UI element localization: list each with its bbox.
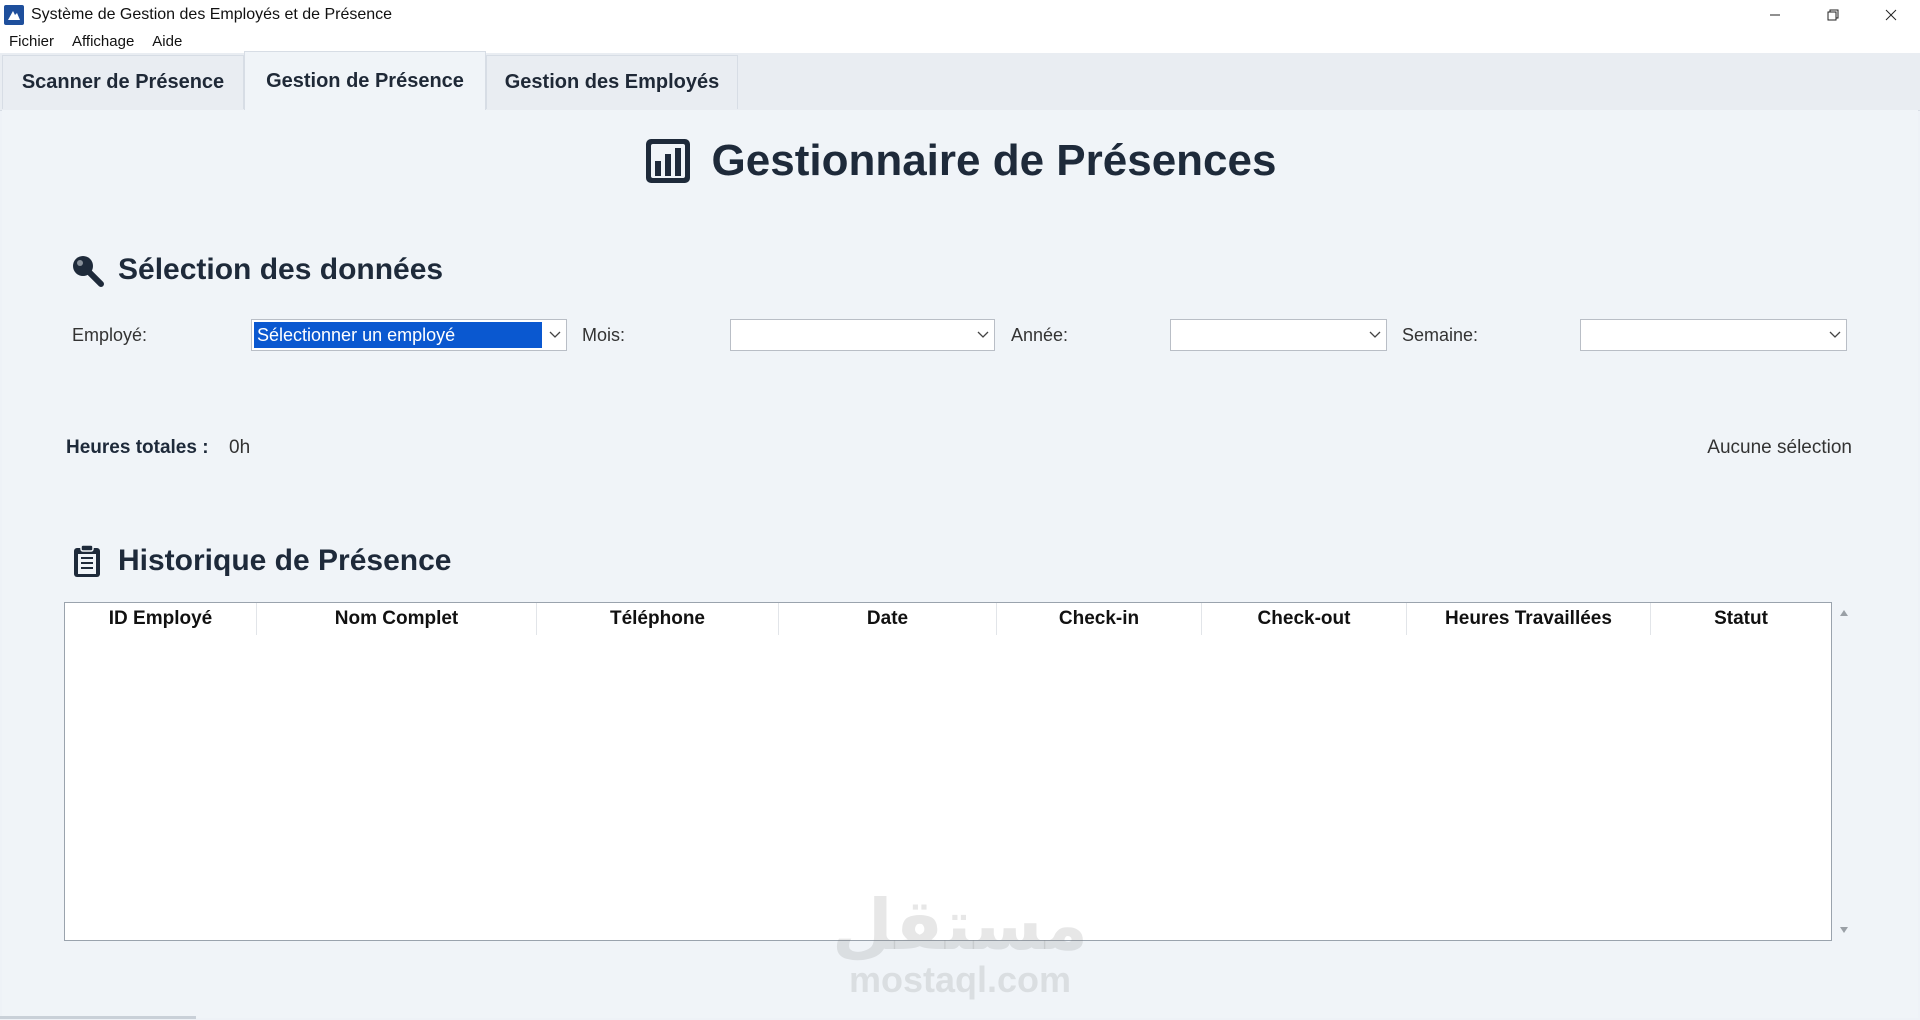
tab-gestion-presence[interactable]: Gestion de Présence	[244, 51, 486, 110]
tab-bar: Scanner de Présence Gestion de Présence …	[0, 51, 1920, 111]
column-header-date[interactable]: Date	[779, 603, 997, 635]
restore-icon	[1827, 9, 1839, 20]
watermark-latin: mostaql.com	[848, 959, 1072, 1000]
menu-aide[interactable]: Aide	[143, 33, 191, 50]
history-section-title: Historique de Présence	[70, 544, 451, 578]
week-dropdown-value	[1581, 320, 1824, 350]
bottom-edge-line	[0, 1016, 196, 1019]
menu-affichage[interactable]: Affichage	[63, 33, 143, 50]
table-scrollbar[interactable]	[1836, 600, 1852, 944]
column-header-name[interactable]: Nom Complet	[257, 603, 537, 635]
chevron-down-icon	[544, 331, 566, 339]
chevron-down-icon	[1824, 331, 1846, 339]
column-header-status[interactable]: Statut	[1651, 603, 1831, 635]
tab-scanner-presence[interactable]: Scanner de Présence	[2, 55, 244, 109]
scroll-up-arrow-icon[interactable]	[1839, 608, 1849, 618]
column-header-hours[interactable]: Heures Travaillées	[1407, 603, 1651, 635]
clipboard-icon	[74, 544, 100, 577]
year-dropdown[interactable]	[1170, 319, 1387, 351]
year-label: Année:	[1011, 325, 1069, 345]
watermark: مستقل mostaql.com	[800, 890, 1120, 1000]
month-dropdown-value	[731, 320, 972, 350]
column-header-check-in[interactable]: Check-in	[997, 603, 1202, 635]
month-label: Mois:	[582, 325, 626, 345]
chevron-down-icon	[972, 331, 994, 339]
total-hours-label: Heures totales :	[66, 437, 209, 458]
table-header: ID Employé Nom Complet Téléphone Date Ch…	[65, 603, 1831, 635]
column-header-phone[interactable]: Téléphone	[537, 603, 779, 635]
total-hours-value: 0h	[229, 437, 251, 458]
window-title: Système de Gestion des Employés et de Pr…	[31, 5, 393, 23]
scroll-down-arrow-icon[interactable]	[1839, 925, 1849, 935]
history-title-text: Historique de Présence	[118, 544, 452, 577]
title-bar: Système de Gestion des Employés et de Pr…	[0, 0, 1920, 29]
chevron-down-icon	[1364, 331, 1386, 339]
minimize-button[interactable]	[1746, 0, 1804, 29]
menu-fichier[interactable]: Fichier	[0, 33, 63, 50]
month-dropdown[interactable]	[730, 319, 995, 351]
selection-title-text: Sélection des données	[118, 253, 444, 286]
app-logo-icon	[4, 4, 24, 25]
menu-bar: Fichier Affichage Aide	[0, 29, 1920, 53]
bar-chart-icon	[645, 139, 690, 183]
page-title-text: Gestionnaire de Présences	[711, 136, 1277, 185]
selection-status: Aucune sélection	[1707, 437, 1852, 458]
close-button[interactable]	[1862, 0, 1920, 29]
close-icon	[1885, 9, 1897, 20]
week-label: Semaine:	[1402, 325, 1479, 345]
magnifier-icon	[73, 256, 104, 287]
column-header-check-out[interactable]: Check-out	[1202, 603, 1407, 635]
employee-label: Employé:	[72, 325, 148, 345]
employee-dropdown[interactable]: Sélectionner un employé	[251, 319, 567, 351]
week-dropdown[interactable]	[1580, 319, 1847, 351]
year-dropdown-value	[1171, 320, 1364, 350]
selection-section-title: Sélection des données	[70, 253, 443, 287]
minimize-icon	[1770, 14, 1780, 15]
restore-button[interactable]	[1804, 0, 1862, 29]
tab-gestion-employes[interactable]: Gestion des Employés	[486, 55, 738, 109]
page-title: Gestionnaire de Présences	[0, 136, 1920, 186]
column-header-id[interactable]: ID Employé	[65, 603, 257, 635]
employee-dropdown-value: Sélectionner un employé	[254, 322, 542, 348]
watermark-arabic: مستقل	[831, 884, 1088, 966]
